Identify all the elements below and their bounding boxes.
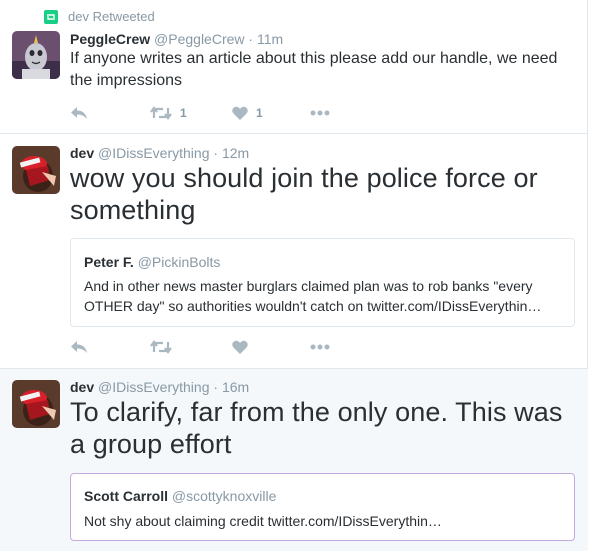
quoted-tweet-header: Scott Carroll @scottyknoxville [84, 488, 276, 504]
quoted-author-name: Peter F. [84, 254, 134, 270]
separator: · [248, 31, 254, 47]
author-handle[interactable]: @IDissEverything [98, 379, 209, 395]
tweet-text: To clarify, far from the only one. This … [70, 397, 563, 459]
avatar[interactable] [12, 380, 60, 428]
tweet-header: PeggleCrew @PeggleCrew · 11m [70, 31, 283, 47]
author-name[interactable]: PeggleCrew [70, 31, 150, 47]
author-handle[interactable]: @IDissEverything [98, 145, 209, 161]
timeline: dev Retweeted PeggleCrew @PeggleCrew · 1… [0, 0, 588, 551]
quoted-tweet[interactable]: Peter F. @PickinBolts And in other news … [70, 238, 575, 327]
quoted-tweet[interactable]: Scott Carroll @scottyknoxville Not shy a… [70, 473, 575, 541]
like-button[interactable]: 1 [232, 103, 263, 123]
like-button[interactable] [232, 337, 248, 357]
like-count: 1 [256, 106, 263, 120]
retweet-count: 1 [180, 106, 187, 120]
retweet-icon [150, 340, 172, 354]
quoted-author-handle: @scottyknoxville [171, 488, 277, 504]
tweet[interactable]: dev @IDissEverything · 12m wow you shoul… [0, 134, 588, 369]
tweet-header: dev @IDissEverything · 12m [70, 145, 249, 161]
quoted-author-name: Scott Carroll [84, 488, 169, 504]
timestamp[interactable]: 16m [222, 379, 249, 395]
retweet-button[interactable]: 1 [150, 103, 187, 123]
more-icon [310, 110, 330, 116]
quoted-tweet-text: Not shy about claiming credit twitter.co… [84, 513, 442, 529]
reply-button[interactable] [70, 337, 88, 357]
tweet-header: dev @IDissEverything · 16m [70, 379, 249, 395]
timestamp[interactable]: 11m [257, 31, 283, 47]
heart-icon [232, 106, 248, 120]
tweet[interactable]: dev Retweeted PeggleCrew @PeggleCrew · 1… [0, 0, 588, 134]
retweet-context-label: dev Retweeted [68, 9, 155, 24]
retweet-button[interactable] [150, 337, 172, 357]
heart-icon [232, 340, 248, 354]
tweet-text: If anyone writes an article about this p… [70, 50, 558, 89]
author-name[interactable]: dev [70, 379, 94, 395]
more-button[interactable] [310, 103, 330, 123]
reply-icon [71, 341, 87, 353]
avatar[interactable] [12, 146, 60, 194]
retweet-icon [44, 9, 58, 24]
tweet[interactable]: dev @IDissEverything · 16m To clarify, f… [0, 369, 588, 551]
reply-icon [71, 107, 87, 119]
quoted-tweet-header: Peter F. @PickinBolts [84, 254, 220, 270]
reply-button[interactable] [70, 103, 88, 123]
quoted-tweet-text: And in other news master burglars claime… [84, 278, 542, 314]
retweet-context[interactable]: dev Retweeted [44, 9, 155, 24]
author-name[interactable]: dev [70, 145, 94, 161]
retweet-icon [150, 106, 172, 120]
more-icon [310, 344, 330, 350]
more-button[interactable] [310, 337, 330, 357]
avatar[interactable] [12, 31, 60, 79]
author-handle[interactable]: @PeggleCrew [154, 31, 244, 47]
separator: · [213, 145, 219, 161]
quoted-author-handle: @PickinBolts [137, 254, 221, 270]
timestamp[interactable]: 12m [222, 145, 249, 161]
tweet-text: wow you should join the police force or … [70, 163, 538, 225]
separator: · [213, 379, 219, 395]
